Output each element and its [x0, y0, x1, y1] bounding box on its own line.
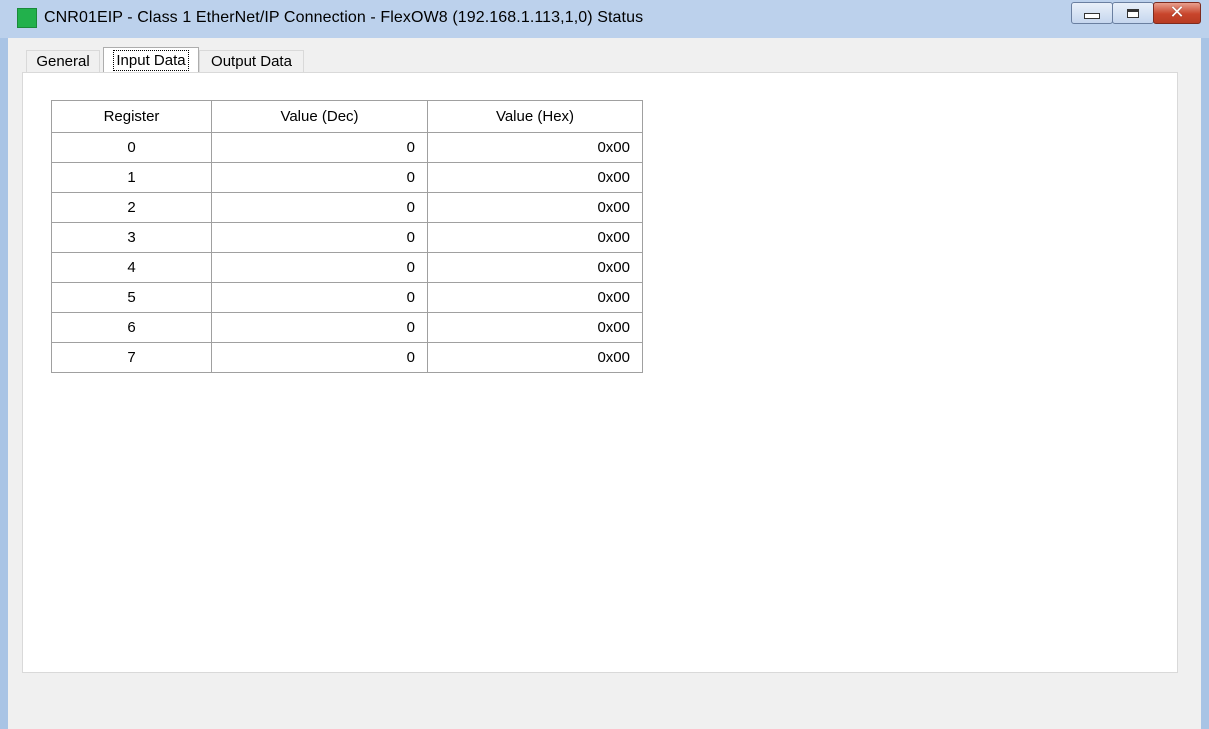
- value-dec-cell: 0: [211, 252, 428, 283]
- value-hex-cell: 0x00: [427, 342, 643, 373]
- window-controls: ✕: [1071, 2, 1201, 26]
- value-dec-cell: 0: [211, 162, 428, 193]
- register-cell: 2: [51, 192, 212, 223]
- column-header-register: Register: [51, 100, 212, 133]
- register-cell: 5: [51, 282, 212, 313]
- column-header-value-dec: Value (Dec): [211, 100, 428, 133]
- register-cell: 0: [51, 132, 212, 163]
- maximize-button[interactable]: [1112, 2, 1154, 24]
- input-data-table: Register Value (Dec) Value (Hex) 0 0 0x0…: [51, 100, 643, 373]
- value-hex-cell: 0x00: [427, 192, 643, 223]
- status-window: CNR01EIP - Class 1 EtherNet/IP Connectio…: [0, 0, 1209, 729]
- value-dec-cell: 0: [211, 282, 428, 313]
- table-row: 4 0 0x00: [51, 252, 643, 283]
- minimize-button[interactable]: [1071, 2, 1113, 24]
- table-row: 3 0 0x00: [51, 222, 643, 253]
- tab-output-data-label: Output Data: [211, 53, 292, 70]
- value-hex-cell: 0x00: [427, 282, 643, 313]
- tab-general-label: General: [36, 53, 90, 70]
- table-row: 1 0 0x00: [51, 162, 643, 193]
- table-row: 5 0 0x00: [51, 282, 643, 313]
- value-hex-cell: 0x00: [427, 162, 643, 193]
- close-icon: ✕: [1169, 2, 1185, 23]
- column-header-value-hex: Value (Hex): [427, 100, 643, 133]
- register-cell: 3: [51, 222, 212, 253]
- tab-input-data-label: Input Data: [113, 49, 189, 71]
- input-data-panel: Register Value (Dec) Value (Hex) 0 0 0x0…: [22, 72, 1178, 673]
- minimize-icon: [1084, 13, 1100, 19]
- value-hex-cell: 0x00: [427, 252, 643, 283]
- value-dec-cell: 0: [211, 192, 428, 223]
- value-dec-cell: 0: [211, 222, 428, 253]
- register-cell: 7: [51, 342, 212, 373]
- value-dec-cell: 0: [211, 132, 428, 163]
- register-cell: 4: [51, 252, 212, 283]
- table-row: 6 0 0x00: [51, 312, 643, 343]
- maximize-icon: [1127, 8, 1139, 18]
- connection-status-icon: [17, 8, 37, 28]
- value-hex-cell: 0x00: [427, 132, 643, 163]
- table-header-row: Register Value (Dec) Value (Hex): [51, 100, 643, 133]
- value-hex-cell: 0x00: [427, 222, 643, 253]
- table-row: 7 0 0x00: [51, 342, 643, 373]
- tab-output-data[interactable]: Output Data: [199, 50, 304, 72]
- close-button[interactable]: ✕: [1153, 2, 1201, 24]
- register-cell: 1: [51, 162, 212, 193]
- tab-input-data[interactable]: Input Data: [103, 47, 199, 72]
- value-hex-cell: 0x00: [427, 312, 643, 343]
- value-dec-cell: 0: [211, 312, 428, 343]
- value-dec-cell: 0: [211, 342, 428, 373]
- window-title: CNR01EIP - Class 1 EtherNet/IP Connectio…: [44, 9, 644, 26]
- table-row: 0 0 0x00: [51, 132, 643, 163]
- table-row: 2 0 0x00: [51, 192, 643, 223]
- tab-general[interactable]: General: [26, 50, 100, 72]
- title-bar[interactable]: CNR01EIP - Class 1 EtherNet/IP Connectio…: [0, 0, 1209, 38]
- register-cell: 6: [51, 312, 212, 343]
